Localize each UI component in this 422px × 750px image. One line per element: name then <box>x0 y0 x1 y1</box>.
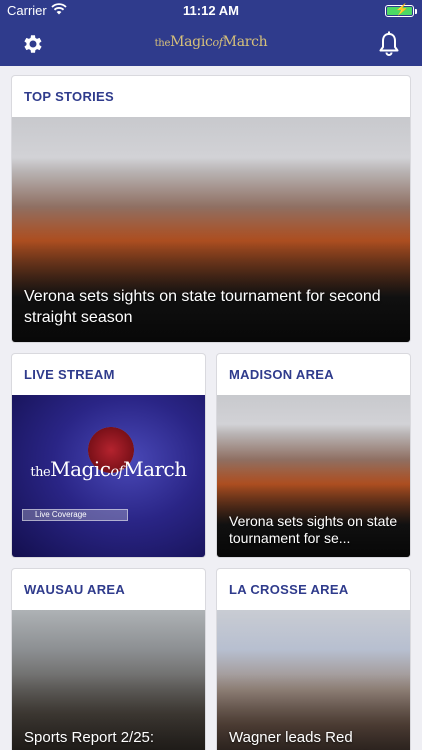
bell-icon[interactable] <box>377 31 401 57</box>
card-title: LIVE STREAM <box>24 367 115 382</box>
story-image[interactable]: Wagner leads Red Hawks to regional title… <box>217 610 410 750</box>
story-image[interactable]: Verona sets sights on state tournament f… <box>12 117 410 342</box>
card-title: WAUSAU AREA <box>24 582 126 597</box>
clock: 11:12 AM <box>183 3 239 18</box>
battery-icon: ⚡ <box>385 4 417 17</box>
app-logo: theMagicofMarch <box>154 34 268 50</box>
card-title: LA CROSSE AREA <box>229 582 349 597</box>
la-crosse-area-card[interactable]: LA CROSSE AREA Wagner leads Red Hawks to… <box>217 569 410 750</box>
live-stream-image[interactable]: theMagicofMarch Live Coverage <box>12 395 205 557</box>
top-stories-card[interactable]: TOP STORIES Verona sets sights on state … <box>12 76 410 342</box>
story-caption: Wagner leads Red Hawks to regional title… <box>229 729 388 750</box>
madison-area-card[interactable]: MADISON AREA Verona sets sights on state… <box>217 354 410 557</box>
wausau-area-card[interactable]: WAUSAU AREA Sports Report 2/25: Westside… <box>12 569 205 750</box>
nav-bar: theMagicofMarch <box>0 22 422 66</box>
status-bar: Carrier 11:12 AM ⚡ <box>0 0 422 22</box>
story-caption: Verona sets sights on state tournament f… <box>229 513 398 546</box>
card-title: TOP STORIES <box>24 89 114 104</box>
story-image[interactable]: Sports Report 2/25: Westside basketball.… <box>12 610 205 750</box>
live-coverage-badge: Live Coverage <box>22 509 128 521</box>
story-image[interactable]: Verona sets sights on state tournament f… <box>217 395 410 557</box>
story-caption: Sports Report 2/25: Westside basketball.… <box>24 729 170 750</box>
card-title: MADISON AREA <box>229 367 334 382</box>
live-stream-card[interactable]: LIVE STREAM theMagicofMarch Live Coverag… <box>12 354 205 557</box>
stream-logo: theMagicofMarch <box>30 457 187 481</box>
story-caption: Verona sets sights on state tournament f… <box>24 288 381 326</box>
